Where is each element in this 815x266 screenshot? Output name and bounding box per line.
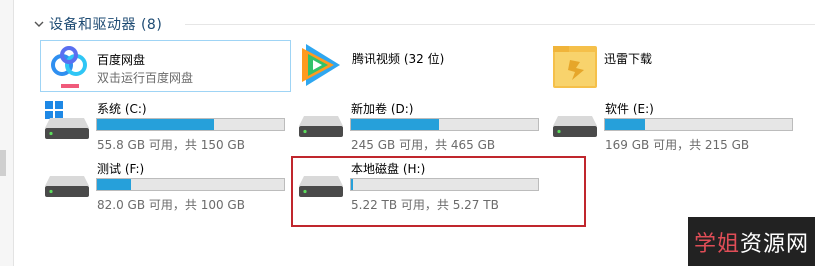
- windows-drive-icon: [44, 116, 90, 146]
- drive-usage-bar: [96, 178, 285, 191]
- group-title: 设备和驱动器 (8): [49, 17, 163, 33]
- drive-label: 系统 (C:): [97, 102, 147, 116]
- app-name: 迅雷下载: [604, 52, 653, 66]
- drive-usage-bar: [96, 118, 285, 131]
- drive-space-info: 82.0 GB 可用，共 100 GB: [97, 198, 245, 212]
- drive-tile-d[interactable]: 新加卷 (D:) 245 GB 可用，共 465 GB: [294, 96, 544, 154]
- watermark-text: 资源网: [740, 231, 810, 257]
- group-divider: [185, 24, 815, 25]
- drive-label: 软件 (E:): [605, 102, 654, 116]
- watermark-text-accent: 学姐: [693, 231, 740, 257]
- app-tile-thunder[interactable]: 迅雷下载: [550, 40, 800, 90]
- app-name: 腾讯视频 (32 位): [352, 52, 445, 66]
- drive-usage-bar: [604, 118, 793, 131]
- group-header-devices[interactable]: 设备和驱动器 (8): [31, 12, 162, 36]
- hard-drive-icon: [298, 114, 344, 144]
- drive-usage-fill: [605, 119, 646, 130]
- drive-label: 测试 (F:): [97, 162, 145, 176]
- hard-drive-icon: [44, 174, 90, 204]
- drive-label: 新加卷 (D:): [351, 102, 414, 116]
- drive-usage-fill: [351, 119, 440, 130]
- annotation-highlight-box: [291, 156, 586, 227]
- thunder-folder-icon: [552, 42, 598, 90]
- drive-space-info: 245 GB 可用，共 465 GB: [351, 138, 496, 152]
- site-watermark: 学姐 资源网: [688, 217, 815, 266]
- tencent-video-icon: [298, 40, 344, 90]
- drive-space-info: 169 GB 可用，共 215 GB: [605, 138, 750, 152]
- drive-usage-fill: [97, 119, 215, 130]
- drive-tile-f[interactable]: 测试 (F:) 82.0 GB 可用，共 100 GB: [40, 156, 290, 214]
- app-name: 百度网盘: [97, 53, 146, 67]
- baidu-netdisk-icon: [47, 45, 91, 89]
- drive-space-info: 55.8 GB 可用，共 150 GB: [97, 138, 245, 152]
- app-tile-tencent-video[interactable]: 腾讯视频 (32 位): [296, 40, 546, 90]
- drive-tile-e[interactable]: 软件 (E:) 169 GB 可用，共 215 GB: [548, 96, 798, 154]
- chevron-down-icon[interactable]: [31, 16, 47, 32]
- navigation-pane-edge: [0, 0, 14, 266]
- drive-tile-c[interactable]: 系统 (C:) 55.8 GB 可用，共 150 GB: [40, 96, 290, 154]
- app-subtitle: 双击运行百度网盘: [97, 71, 194, 85]
- drive-usage-bar: [350, 118, 539, 131]
- app-tile-baidu-netdisk[interactable]: 百度网盘 双击运行百度网盘: [40, 40, 291, 92]
- scrollbar-thumb[interactable]: [0, 150, 6, 176]
- drive-usage-fill: [97, 179, 131, 190]
- hard-drive-icon: [552, 114, 598, 144]
